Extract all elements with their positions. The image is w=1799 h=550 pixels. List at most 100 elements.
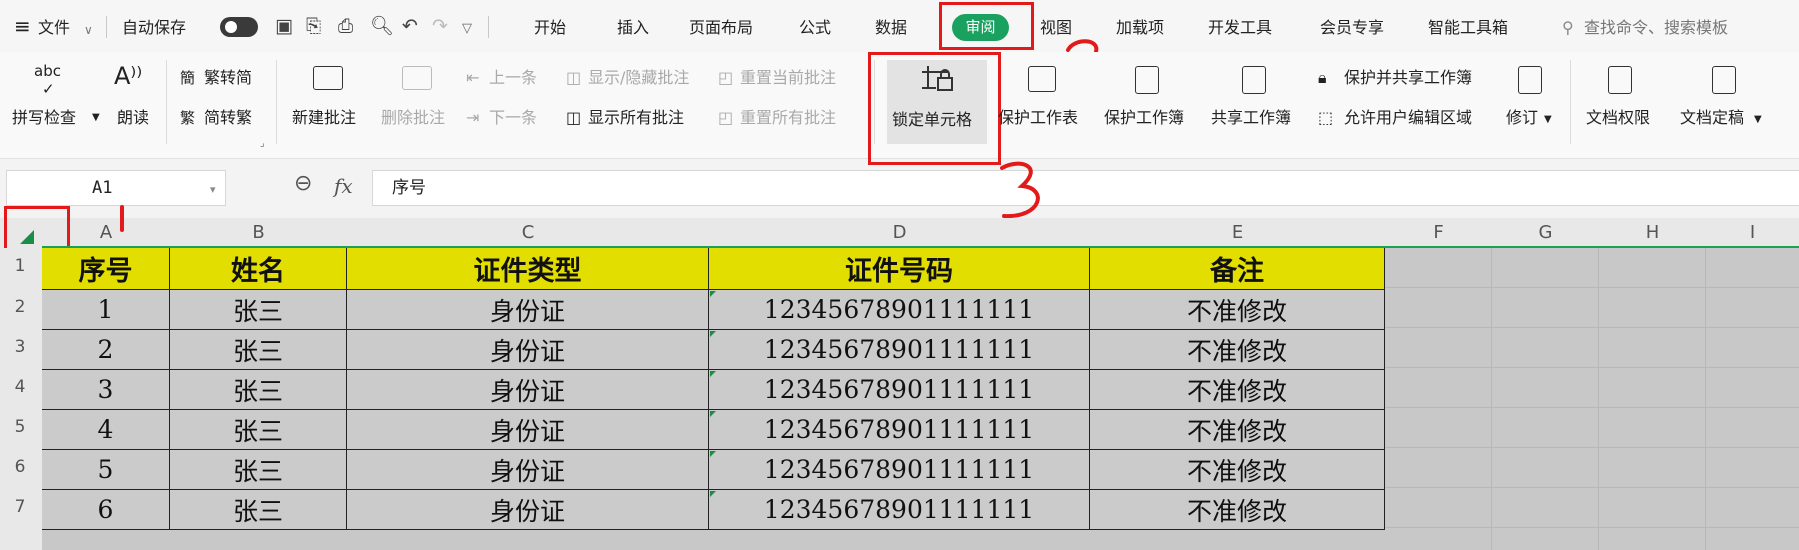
cell-d3[interactable]: 12345678901111111	[709, 330, 1090, 370]
cell-e2[interactable]: 不准修改	[1090, 290, 1385, 330]
print-preview-icon[interactable]: 🔍︎	[370, 16, 394, 36]
protect-workbook-button[interactable]: 保护工作簿	[1104, 108, 1184, 128]
cell-b1[interactable]: 姓名	[170, 248, 347, 290]
tab-home[interactable]: 开始	[534, 18, 566, 38]
cell-d5[interactable]: 12345678901111111	[709, 410, 1090, 450]
row-header-5[interactable]: 5	[0, 417, 40, 437]
cell-b3[interactable]: 张三	[170, 330, 347, 370]
cell-b5[interactable]: 张三	[170, 410, 347, 450]
tab-member[interactable]: 会员专享	[1320, 18, 1384, 38]
doc-permissions-button[interactable]: 文档权限	[1586, 108, 1650, 128]
empty-cells-area[interactable]	[1385, 248, 1799, 550]
delete-comment-button[interactable]: 删除批注	[381, 108, 445, 128]
show-all-comments-button[interactable]: 显示所有批注	[588, 108, 684, 128]
tab-data[interactable]: 数据	[875, 18, 907, 38]
print-icon[interactable]: ⎙	[338, 16, 353, 36]
cell-e7[interactable]: 不准修改	[1090, 490, 1385, 530]
new-comment-button[interactable]: 新建批注	[292, 108, 356, 128]
column-header-e[interactable]: E	[1090, 218, 1385, 248]
group-expand-icon[interactable]: ⌟	[260, 134, 265, 154]
column-header-i[interactable]: I	[1706, 218, 1799, 248]
reset-current-comment-button[interactable]: 重置当前批注	[740, 68, 836, 88]
zoom-search-icon[interactable]: ⊖	[294, 173, 312, 195]
simp-to-trad-button[interactable]: 简转繁	[204, 108, 252, 128]
show-hide-comments-button[interactable]: 显示/隐藏批注	[588, 68, 689, 88]
cell-a7[interactable]: 6	[42, 490, 170, 530]
column-header-c[interactable]: C	[347, 218, 709, 248]
cell-c2[interactable]: 身份证	[347, 290, 709, 330]
cell-d1[interactable]: 证件号码	[709, 248, 1090, 290]
row-header-4[interactable]: 4	[0, 377, 40, 397]
row-header-2[interactable]: 2	[0, 297, 40, 317]
cell-a1[interactable]: 序号	[42, 248, 170, 290]
cell-e5[interactable]: 不准修改	[1090, 410, 1385, 450]
column-header-b[interactable]: B	[170, 218, 347, 248]
trad-to-simp-button[interactable]: 繁转简	[204, 68, 252, 88]
cell-d7[interactable]: 12345678901111111	[709, 490, 1090, 530]
next-comment-button[interactable]: 下一条	[489, 108, 537, 128]
cell-d6[interactable]: 12345678901111111	[709, 450, 1090, 490]
cell-c3[interactable]: 身份证	[347, 330, 709, 370]
cell-c4[interactable]: 身份证	[347, 370, 709, 410]
tab-insert[interactable]: 插入	[617, 18, 649, 38]
column-header-f[interactable]: F	[1385, 218, 1492, 248]
cell-c1[interactable]: 证件类型	[347, 248, 709, 290]
cell-e6[interactable]: 不准修改	[1090, 450, 1385, 490]
share-workbook-button[interactable]: 共享工作簿	[1211, 108, 1291, 128]
undo-icon[interactable]: ↶	[402, 16, 418, 36]
cell-e4[interactable]: 不准修改	[1090, 370, 1385, 410]
protect-share-workbook-button[interactable]: 保护并共享工作簿	[1344, 68, 1472, 88]
cell-c5[interactable]: 身份证	[347, 410, 709, 450]
hamburger-menu-icon[interactable]: ≡	[14, 16, 31, 36]
column-header-g[interactable]: G	[1492, 218, 1599, 248]
spell-check-dropdown-icon[interactable]: ▼	[92, 108, 100, 128]
export-icon[interactable]: ⎘	[306, 16, 321, 36]
column-header-h[interactable]: H	[1599, 218, 1706, 248]
redo-icon[interactable]: ↷	[432, 16, 448, 36]
cell-d4[interactable]: 12345678901111111	[709, 370, 1090, 410]
protect-sheet-button[interactable]: 保护工作表	[998, 108, 1078, 128]
reset-all-comments-button[interactable]: 重置所有批注	[740, 108, 836, 128]
cell-c7[interactable]: 身份证	[347, 490, 709, 530]
read-aloud-button[interactable]: 朗读	[117, 108, 149, 128]
cell-b4[interactable]: 张三	[170, 370, 347, 410]
cell-b2[interactable]: 张三	[170, 290, 347, 330]
revisions-dropdown-icon[interactable]: ▼	[1544, 110, 1552, 130]
search-input[interactable]: 查找命令、搜索模板	[1584, 18, 1728, 38]
search-icon[interactable]: ⚲	[1562, 18, 1574, 38]
cell-b7[interactable]: 张三	[170, 490, 347, 530]
file-chevron-down-icon[interactable]: ∨	[84, 20, 93, 40]
cell-c6[interactable]: 身份证	[347, 450, 709, 490]
name-box-dropdown-icon[interactable]: ▾	[210, 180, 216, 200]
formula-input[interactable]	[372, 170, 1799, 206]
revisions-button[interactable]: 修订	[1506, 108, 1538, 128]
cell-a6[interactable]: 5	[42, 450, 170, 490]
name-box[interactable]	[6, 170, 226, 206]
tab-view[interactable]: 视图	[1040, 18, 1072, 38]
save-icon[interactable]: ▣	[275, 16, 293, 36]
cell-d2[interactable]: 12345678901111111	[709, 290, 1090, 330]
file-menu[interactable]: 文件	[38, 18, 70, 38]
tab-developer[interactable]: 开发工具	[1208, 18, 1272, 38]
cell-a3[interactable]: 2	[42, 330, 170, 370]
allow-edit-ranges-button[interactable]: 允许用户编辑区域	[1344, 108, 1472, 128]
tab-page-layout[interactable]: 页面布局	[689, 18, 753, 38]
column-header-d[interactable]: D	[709, 218, 1090, 248]
cell-a5[interactable]: 4	[42, 410, 170, 450]
row-header-7[interactable]: 7	[0, 497, 40, 517]
row-header-1[interactable]: 1	[0, 256, 40, 276]
empty-row-8[interactable]	[42, 530, 1385, 550]
insert-function-button[interactable]: fx	[334, 176, 353, 196]
cell-e1[interactable]: 备注	[1090, 248, 1385, 290]
column-header-a[interactable]: A	[42, 218, 170, 248]
tab-smart-toolbox[interactable]: 智能工具箱	[1428, 18, 1508, 38]
cell-a4[interactable]: 3	[42, 370, 170, 410]
previous-comment-button[interactable]: 上一条	[489, 68, 537, 88]
doc-finalize-dropdown-icon[interactable]: ▼	[1754, 110, 1762, 130]
tab-formulas[interactable]: 公式	[799, 18, 831, 38]
spell-check-button[interactable]: 拼写检查	[12, 108, 76, 128]
cell-b6[interactable]: 张三	[170, 450, 347, 490]
quick-access-chevron-icon[interactable]: ▽	[462, 19, 472, 39]
row-header-6[interactable]: 6	[0, 457, 40, 477]
row-header-3[interactable]: 3	[0, 337, 40, 357]
